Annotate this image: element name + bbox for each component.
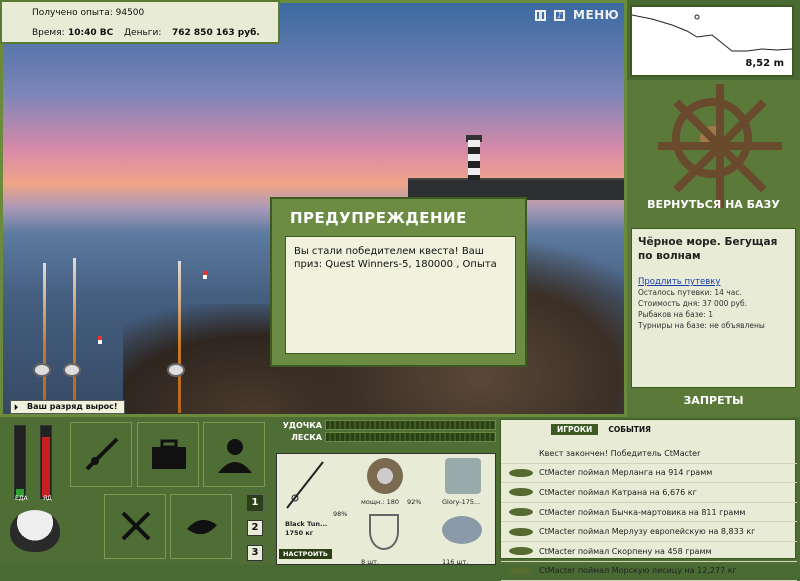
bobber-1 [203, 271, 207, 279]
events-tabs: ИГРОКИ СОБЫТИЯ [551, 424, 657, 435]
cauldron-icon[interactable] [10, 510, 60, 552]
rod-weight: 1750 кг [285, 529, 314, 537]
location-info: Чёрное море. Бегущая по волнам Продлить … [631, 228, 796, 388]
fish-icon [509, 527, 533, 536]
xp-value: 94500 [115, 8, 145, 18]
reel-2[interactable] [63, 363, 81, 377]
poison-label: ЯД [43, 495, 52, 502]
lure-name: Glory-175... [442, 498, 481, 506]
extend-permit-link[interactable]: Продлить путевку [638, 277, 789, 287]
bobber-2 [98, 336, 102, 344]
slot-angler[interactable] [203, 422, 265, 487]
fish-icon [509, 547, 533, 556]
gear-setup: Black Tun... 1750 кг 98% мощн.: 180 92% … [276, 453, 496, 566]
permit-remaining: Осталось путевки: 14 час. [638, 288, 742, 297]
events-list: Квест закончен! Победитель CtMacter CtMa… [501, 444, 797, 581]
day-cost: Стоимость дня: 37 000 руб. [638, 299, 747, 308]
depth-value: 8,52 m [745, 58, 784, 69]
rod-strength-bar [325, 420, 496, 430]
sound-icon[interactable]: ♪ [554, 9, 565, 21]
reel-1[interactable] [33, 363, 51, 377]
reel-durability: 92% [407, 498, 422, 506]
poison-meter-fill [42, 437, 50, 497]
food-meter [14, 425, 26, 499]
warning-dialog: ПРЕДУПРЕЖДЕНИЕ Вы стали победителем квес… [270, 197, 527, 367]
tab-events[interactable]: СОБЫТИЯ [602, 424, 657, 435]
rank-text: Ваш разряд вырос! [27, 402, 118, 411]
anglers-at-base: Рыбаков на базе: 1 [638, 310, 713, 319]
tournaments-at-base: Турниры на базе: не объявлены [638, 321, 765, 330]
fork-knife-icon [121, 511, 151, 541]
depth-map: 8,52 m [630, 5, 794, 77]
top-toolbar: ❚ ♪ МЕНЮ [535, 8, 619, 22]
time-label: Время: [32, 28, 65, 38]
money-value: 762 850 163 руб. [172, 28, 260, 38]
hook-image [369, 514, 399, 550]
right-panel: ВЕРНУТЬСЯ НА БАЗУ Чёрное море. Бегущая п… [627, 80, 800, 417]
tab-players[interactable]: ИГРОКИ [551, 424, 599, 435]
slot-rods[interactable] [70, 422, 132, 487]
tackle-box-icon [152, 439, 186, 469]
lure-image [445, 458, 481, 494]
pause-icon[interactable]: ❚ [535, 9, 546, 21]
bait-image [442, 516, 482, 544]
page-button-3[interactable]: 3 [247, 545, 263, 561]
list-item: CtMacter поймал Бычка-мартовика на 811 г… [501, 503, 797, 523]
rod-durability: 98% [333, 510, 348, 518]
fish-icon [509, 566, 533, 575]
lighthouse [468, 140, 480, 180]
line-strength-bar [325, 432, 496, 442]
setup-button[interactable]: НАСТРОИТЬ [279, 549, 332, 559]
page-button-1[interactable]: 1 [247, 495, 263, 511]
depth-marker [694, 14, 700, 20]
gear-strength-bars: УДОЧКА ЛЕСКА [278, 420, 496, 444]
list-item: CtMacter поймал Мерланга на 914 грамм [501, 464, 797, 484]
slot-fish[interactable] [170, 494, 232, 559]
rod-strength-label: УДОЧКА [282, 420, 322, 430]
list-item: CtMacter поймал Катрана на 6,676 кг [501, 483, 797, 503]
page-button-2[interactable]: 2 [247, 520, 263, 536]
fish-icon [509, 488, 533, 497]
fishing-rod-3[interactable] [178, 261, 181, 413]
reel-image [367, 458, 403, 494]
fish-icon [509, 468, 533, 477]
fish-icon [509, 508, 533, 517]
fishing-rod-1[interactable] [43, 263, 46, 413]
events-panel: ИГРОКИ СОБЫТИЯ Квест закончен! Победител… [500, 419, 797, 581]
rank-notification[interactable]: ⏵ Ваш разряд вырос! [10, 400, 125, 414]
poison-meter [40, 425, 52, 499]
list-item: Квест закончен! Победитель CtMacter [501, 444, 797, 464]
fish-icon [187, 519, 217, 535]
xp-label: Получено опыта: [32, 8, 113, 18]
reel-power: мощн.: 180 [361, 498, 399, 506]
list-item: CtMacter поймал Скорпену на 458 грамм [501, 542, 797, 562]
return-to-base-button[interactable]: ВЕРНУТЬСЯ НА БАЗУ [627, 198, 800, 211]
rod-name[interactable]: Black Tun... [285, 520, 327, 528]
rods-icon [85, 437, 119, 471]
slot-food[interactable] [104, 494, 166, 559]
rod-image [286, 461, 324, 509]
status-panel: Получено опыта: 94500 Время: 10:40 ВС Де… [0, 0, 280, 44]
time-value: 10:40 ВС [68, 28, 114, 38]
line-strength-label: ЛЕСКА [291, 432, 322, 442]
list-item: CtMacter поймал Морскую лисицу на 12,277… [501, 562, 797, 581]
location-title: Чёрное море. Бегущая по волнам [638, 236, 778, 262]
dialog-message: Вы стали победителем квеста! Ваш приз: Q… [285, 236, 516, 354]
money-label: Деньги: [124, 28, 162, 38]
arrow-icon: ⏵ [14, 403, 18, 412]
fishing-rod-2[interactable] [73, 258, 76, 413]
menu-button[interactable]: МЕНЮ [573, 8, 619, 22]
reel-3[interactable] [167, 363, 185, 377]
list-item: CtMacter поймал Мерлузу европейскую на 8… [501, 522, 797, 542]
bottom-panel: ЕДА ЯД 1 2 3 УДОЧКА ЛЕСКА Black Tun... 1… [0, 417, 800, 581]
angler-icon [218, 439, 252, 473]
dialog-title: ПРЕДУПРЕЖДЕНИЕ [290, 209, 467, 227]
slot-tackle-box[interactable] [137, 422, 199, 487]
bans-button[interactable]: ЗАПРЕТЫ [627, 394, 800, 407]
ship-wheel-icon[interactable] [658, 84, 782, 208]
food-label: ЕДА [15, 495, 28, 502]
